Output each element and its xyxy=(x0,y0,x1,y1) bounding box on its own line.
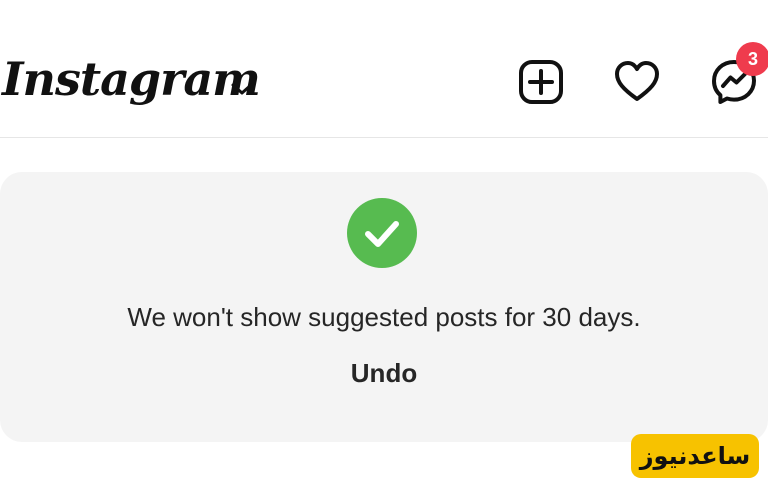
check-circle-icon xyxy=(347,198,417,268)
notification-badge: 3 xyxy=(736,42,768,76)
instagram-logo[interactable]: Instagram xyxy=(2,52,261,106)
chevron-down-icon[interactable] xyxy=(230,80,254,98)
notice-message: We won't show suggested posts for 30 day… xyxy=(127,302,641,332)
undo-button[interactable]: Undo xyxy=(0,358,768,389)
plus-square-icon[interactable] xyxy=(517,58,565,106)
watermark-logo: ساعدنیوز xyxy=(631,434,759,478)
top-header: Instagram xyxy=(0,0,768,138)
heart-icon[interactable] xyxy=(613,58,661,106)
